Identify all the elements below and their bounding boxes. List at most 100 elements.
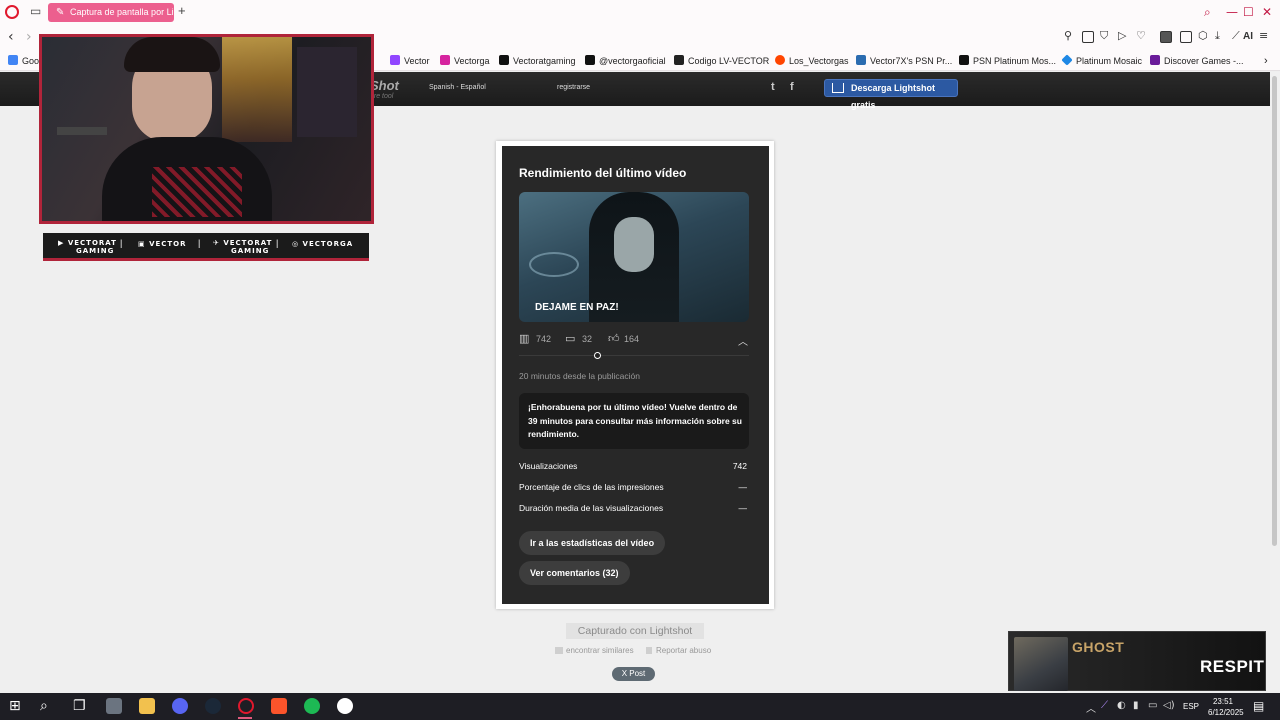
bookmark-item[interactable]: PSN Platinum Mos... bbox=[959, 54, 1056, 68]
minimize-icon[interactable]: — bbox=[1226, 5, 1238, 19]
windows-start-icon[interactable]: ⊞ bbox=[9, 698, 21, 714]
tray-clock[interactable]: 23:51 6/12/2025 bbox=[1208, 696, 1244, 718]
language-select[interactable]: Spanish - Español bbox=[429, 84, 486, 91]
tab-active[interactable]: ✎ Captura de pantalla por Lightshot bbox=[48, 3, 174, 22]
extension-d-icon[interactable] bbox=[1160, 31, 1172, 43]
social-line: VECTORGA bbox=[302, 240, 354, 248]
heart-icon[interactable]: ♡ bbox=[1136, 29, 1146, 42]
new-tab-button[interactable]: + bbox=[178, 3, 186, 18]
file-explorer-icon[interactable] bbox=[139, 698, 155, 714]
time-since-publish: 20 minutos desde la publicación bbox=[519, 371, 640, 381]
social-separator: | bbox=[198, 238, 201, 248]
puzzle-icon[interactable] bbox=[1180, 31, 1192, 43]
search-icon[interactable]: ⌕ bbox=[40, 698, 48, 714]
bookmark-item[interactable]: Platinum Mosaic bbox=[1061, 54, 1142, 68]
instagram-icon bbox=[440, 55, 450, 65]
metric-label: Visualizaciones bbox=[519, 461, 578, 471]
bookmark-label: Vectoratgaming bbox=[513, 56, 576, 66]
shield-icon[interactable]: ⛉ bbox=[1100, 29, 1108, 43]
menu-icon[interactable]: ≡ bbox=[1259, 29, 1268, 42]
comment-icon: ▭ bbox=[565, 332, 576, 345]
views-count: 742 bbox=[536, 334, 552, 344]
maximize-icon[interactable]: ☐ bbox=[1243, 5, 1254, 19]
steam-icon[interactable] bbox=[205, 698, 221, 714]
task-view-icon[interactable]: ❐ bbox=[73, 698, 86, 714]
feather-icon[interactable]: ⟋ bbox=[1101, 700, 1108, 711]
opera-icon[interactable] bbox=[238, 698, 254, 714]
social-twitter: ✈ VECTORAT GAMING bbox=[213, 239, 272, 255]
twitter-icon: ✈ bbox=[213, 239, 224, 247]
similar-icon bbox=[555, 647, 563, 654]
snapshot-icon[interactable] bbox=[1082, 31, 1094, 43]
bookmark-item[interactable]: Codigo LV-VECTOR bbox=[674, 54, 769, 68]
bookmark-item[interactable]: Vectoratgaming bbox=[499, 54, 576, 68]
bookmark-item[interactable]: Los_Vectorgas bbox=[775, 54, 849, 68]
register-link[interactable]: registrarse bbox=[557, 84, 590, 91]
search-tabs-icon[interactable]: ⌕ bbox=[1204, 5, 1211, 20]
bookmark-item[interactable]: Discover Games -... bbox=[1150, 54, 1244, 68]
tab-menu-icon[interactable]: ▭ bbox=[30, 4, 41, 18]
webcam-overlay bbox=[39, 34, 374, 224]
bar-chart-icon: ▥ bbox=[519, 332, 530, 345]
instagram-icon: ◎ bbox=[292, 240, 303, 248]
lightshot-logo[interactable]: Shot bbox=[370, 78, 399, 93]
mouse-cursor-icon bbox=[594, 352, 601, 359]
scrollbar-thumb[interactable] bbox=[1272, 76, 1277, 546]
spotify-icon[interactable] bbox=[304, 698, 320, 714]
find-similar-link[interactable]: encontrar similares bbox=[566, 646, 634, 655]
bookmark-item[interactable]: Vectorga bbox=[440, 54, 490, 68]
report-abuse-link[interactable]: Reportar abuso bbox=[656, 646, 711, 655]
metric-value: — bbox=[738, 482, 748, 492]
download-icon bbox=[832, 83, 844, 93]
bookmark-item[interactable]: Vector bbox=[390, 54, 430, 68]
bookmarks-overflow-icon[interactable]: › bbox=[1264, 54, 1268, 68]
youtube-icon: ▶ bbox=[58, 239, 68, 247]
diamond-icon bbox=[1061, 54, 1073, 66]
tab-title: Captura de pantalla por Lightshot bbox=[70, 7, 174, 17]
x-post-button[interactable]: X Post bbox=[612, 667, 655, 681]
app-icon[interactable] bbox=[106, 698, 122, 714]
volume-icon[interactable]: ◁) bbox=[1163, 700, 1175, 711]
bookmark-item[interactable]: @vectorgaoficial bbox=[585, 54, 666, 68]
social-instagram: ◎ VECTORGA bbox=[292, 240, 353, 248]
metric-value: 742 bbox=[732, 461, 747, 471]
twitter-icon[interactable]: t bbox=[771, 81, 775, 93]
arcade-machine bbox=[222, 37, 292, 142]
thumbnail-well bbox=[529, 252, 579, 277]
opera-logo-icon[interactable] bbox=[5, 5, 19, 19]
back-icon[interactable]: ‹ bbox=[8, 29, 14, 45]
box-icon[interactable]: ⬡ bbox=[1198, 29, 1208, 42]
metric-label: Porcentaje de clics de las impresiones bbox=[519, 482, 664, 492]
view-comments-button[interactable]: Ver comentarios (32) bbox=[519, 561, 630, 585]
pin-icon[interactable]: ⚲ bbox=[1064, 29, 1072, 42]
social-separator: | bbox=[276, 238, 279, 248]
download-lightshot-button[interactable]: Descarga Lightshot gratis bbox=[824, 79, 958, 110]
aria-icon[interactable]: ⟋ bbox=[1232, 29, 1240, 43]
forward-icon[interactable]: › bbox=[26, 29, 32, 45]
ai-label[interactable]: AI bbox=[1243, 31, 1253, 42]
tray-time: 23:51 bbox=[1212, 697, 1234, 706]
network-icon[interactable]: ▭ bbox=[1148, 700, 1157, 711]
play-icon[interactable]: ▷ bbox=[1118, 29, 1126, 42]
brave-icon[interactable] bbox=[271, 698, 287, 714]
congrats-text: ¡Enhorabuena por tu último vídeo! Vuelve… bbox=[528, 402, 742, 439]
games-icon bbox=[1150, 55, 1160, 65]
close-window-icon[interactable]: ✕ bbox=[1262, 5, 1272, 19]
game-subtitle: RESPIT bbox=[1200, 657, 1265, 676]
tray-app-icon[interactable]: ◐ bbox=[1117, 700, 1126, 711]
tray-language[interactable]: ESP bbox=[1183, 702, 1199, 711]
microphone-icon[interactable]: ▮ bbox=[1133, 700, 1139, 711]
facebook-icon[interactable]: f bbox=[790, 81, 794, 93]
notification-icon[interactable]: ▤ bbox=[1253, 699, 1264, 713]
bookmark-item[interactable]: Vector7X's PSN Pr... bbox=[856, 54, 952, 68]
download-icon[interactable]: ⤓ bbox=[1215, 29, 1220, 43]
go-to-stats-button[interactable]: Ir a las estadísticas del vídeo bbox=[519, 531, 666, 555]
chevron-up-icon[interactable]: ︿ bbox=[738, 333, 748, 348]
reddit-icon bbox=[775, 55, 785, 65]
obs-icon[interactable] bbox=[337, 698, 353, 714]
report-icon bbox=[646, 647, 652, 654]
tray-overflow-icon[interactable]: ︿ bbox=[1086, 700, 1096, 715]
discord-icon[interactable] bbox=[172, 698, 188, 714]
bookmark-label: Codigo LV-VECTOR bbox=[688, 56, 770, 66]
twitch-icon bbox=[390, 55, 400, 65]
